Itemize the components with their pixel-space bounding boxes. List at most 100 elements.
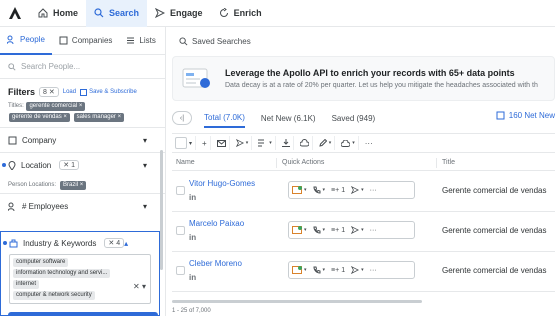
table-row[interactable]: Cleber Moreno in ▾ ▾ ≡+ 1 ▾ ··· Gerente c…	[172, 252, 555, 292]
column-title[interactable]: Title	[442, 159, 455, 166]
title-chip-label: sales manager	[76, 114, 116, 120]
title-chip[interactable]: gerente de vendas ×	[9, 113, 70, 122]
location-count[interactable]: ✕ 1	[59, 160, 79, 170]
sequence-action[interactable]: ▾	[351, 266, 364, 274]
select-all-dropdown[interactable]: ▾	[172, 136, 197, 150]
list-count: 1	[341, 186, 346, 194]
chevron-down-icon: ▾	[361, 267, 364, 273]
industry-select[interactable]: computer software information technology…	[9, 254, 151, 304]
filters-count[interactable]: 8 ✕	[39, 87, 59, 97]
industry-chip[interactable]: internet	[13, 280, 40, 289]
edit-button[interactable]: ▾	[316, 136, 336, 150]
linkedin-icon[interactable]: in	[189, 273, 196, 282]
industry-chip[interactable]: computer & network security	[13, 291, 95, 300]
more-button[interactable]: ···	[362, 136, 376, 150]
net-new-button-label: 160 Net New	[508, 111, 555, 120]
list-icon: ≡+	[331, 226, 340, 234]
industry-chip[interactable]: information technology and servi...	[13, 269, 111, 278]
title-chip[interactable]: sales manager ×	[73, 113, 125, 122]
collapse-filters-button[interactable]: ‹|	[172, 111, 192, 125]
clear-industries-icon[interactable]: ✕ ▾	[133, 282, 146, 291]
list-button[interactable]: ▾	[255, 136, 276, 150]
row-checkbox[interactable]	[176, 266, 185, 275]
subtab-saved-searches[interactable]: Saved Searches	[172, 27, 258, 55]
industry-count[interactable]: ✕ 4	[104, 238, 125, 248]
active-dot	[3, 241, 7, 245]
call-action[interactable]: ▾	[313, 186, 325, 194]
more-action[interactable]: ···	[370, 187, 377, 194]
sequence-action[interactable]: ▾	[351, 226, 364, 234]
filter-company[interactable]: Company ▾	[0, 127, 165, 152]
linkedin-icon[interactable]: in	[189, 233, 196, 242]
building-icon	[496, 111, 505, 120]
more-action[interactable]: ···	[370, 227, 377, 234]
chevron-down-icon: ▾	[328, 140, 332, 146]
nav-tab-search[interactable]: Search	[86, 0, 148, 27]
subtab-people[interactable]: People	[0, 27, 52, 55]
logo-icon	[9, 7, 21, 19]
subtab-companies[interactable]: Companies	[52, 27, 119, 55]
column-name[interactable]: Name	[176, 159, 195, 166]
email-action[interactable]: ▾	[292, 266, 307, 274]
save-subscribe-link[interactable]: Save & Subscribe	[80, 88, 137, 96]
tab-total[interactable]: Total (7.0K)	[204, 108, 245, 128]
person-name-link[interactable]: Marcelo Paixao	[189, 219, 244, 228]
title-chip[interactable]: gerente comercial ×	[26, 102, 86, 111]
table-row[interactable]: Marcelo Paixao in ▾ ▾ ≡+ 1 ▾ ··· Gerente …	[172, 212, 555, 252]
net-new-button[interactable]: 160 Net New	[496, 111, 555, 120]
add-button[interactable]: +	[199, 136, 211, 150]
nav-tab-enrich[interactable]: Enrich	[211, 0, 270, 27]
filter-industry[interactable]: Industry & Keywords ✕ 4 ▴ computer softw…	[0, 231, 160, 316]
linkedin-icon[interactable]: in	[189, 193, 196, 202]
nav-tab-engage[interactable]: Engage	[147, 0, 211, 27]
column-divider	[436, 158, 437, 168]
person-title: Gerente comercial de vendas	[442, 226, 547, 235]
filter-industry-header[interactable]: Industry & Keywords ✕ 4 ▴	[1, 232, 159, 254]
call-action[interactable]: ▾	[313, 226, 325, 234]
crm-button[interactable]	[297, 136, 313, 150]
industry-chip[interactable]: computer software	[13, 258, 69, 267]
row-checkbox[interactable]	[176, 186, 185, 195]
save-icon	[80, 88, 88, 96]
email-button[interactable]	[214, 136, 230, 150]
filter-employees[interactable]: # Employees ▾	[0, 193, 165, 218]
export-button[interactable]	[279, 136, 294, 150]
chevron-down-icon: ▾	[304, 267, 307, 273]
filter-location[interactable]: Location ✕ 1 ▾	[0, 152, 165, 177]
quick-actions: ▾ ▾ ≡+ 1 ▾ ···	[288, 181, 415, 199]
apollo-logo[interactable]	[0, 0, 30, 27]
table-row[interactable]: Vitor Hugo-Gomes in ▾ ▾ ≡+ 1 ▾ ··· Gerent…	[172, 172, 555, 212]
location-chip[interactable]: Brazil ×	[60, 180, 87, 190]
load-link[interactable]: Load	[63, 89, 76, 95]
apply-filters-button[interactable]	[8, 312, 158, 316]
list-action[interactable]: ≡+ 1	[331, 267, 345, 274]
email-action[interactable]: ▾	[292, 186, 307, 194]
nav-tab-home[interactable]: Home	[30, 0, 86, 27]
subtab-lists-label: Lists	[139, 36, 156, 45]
tab-net-new[interactable]: Net New (6.1K)	[261, 108, 316, 128]
person-name-link[interactable]: Cleber Moreno	[189, 259, 242, 268]
chevron-down-icon: ▾	[304, 187, 307, 193]
email-status-icon	[292, 266, 302, 274]
select-all-checkbox[interactable]	[175, 137, 187, 149]
results-tabs: ‹| Total (7.0K) Net New (6.1K) Saved (94…	[172, 108, 555, 128]
list-action[interactable]: ≡+ 1	[331, 227, 345, 234]
list-count: 1	[341, 266, 346, 274]
research-button[interactable]: ▾	[338, 136, 359, 150]
more-action[interactable]: ···	[370, 267, 377, 274]
email-action[interactable]: ▾	[292, 226, 307, 234]
person-locations: Person Locations: Brazil ×	[0, 177, 165, 193]
sequence-button[interactable]: ▾	[233, 136, 253, 150]
list-action[interactable]: ≡+ 1	[331, 187, 345, 194]
sidebar-scrollbar[interactable]	[160, 150, 163, 270]
sequence-action[interactable]: ▾	[351, 186, 364, 194]
people-search[interactable]: Search People...	[0, 55, 165, 79]
tab-saved[interactable]: Saved (949)	[332, 108, 376, 128]
call-action[interactable]: ▾	[313, 266, 325, 274]
person-name-link[interactable]: Vitor Hugo-Gomes	[189, 179, 255, 188]
filters-header: Filters 8 ✕ Load Save & Subscribe	[0, 79, 165, 101]
table-horizontal-scrollbar[interactable]	[172, 300, 422, 303]
row-checkbox[interactable]	[176, 226, 185, 235]
column-quick-actions[interactable]: Quick Actions	[282, 159, 324, 166]
subtab-lists[interactable]: Lists	[119, 27, 162, 55]
